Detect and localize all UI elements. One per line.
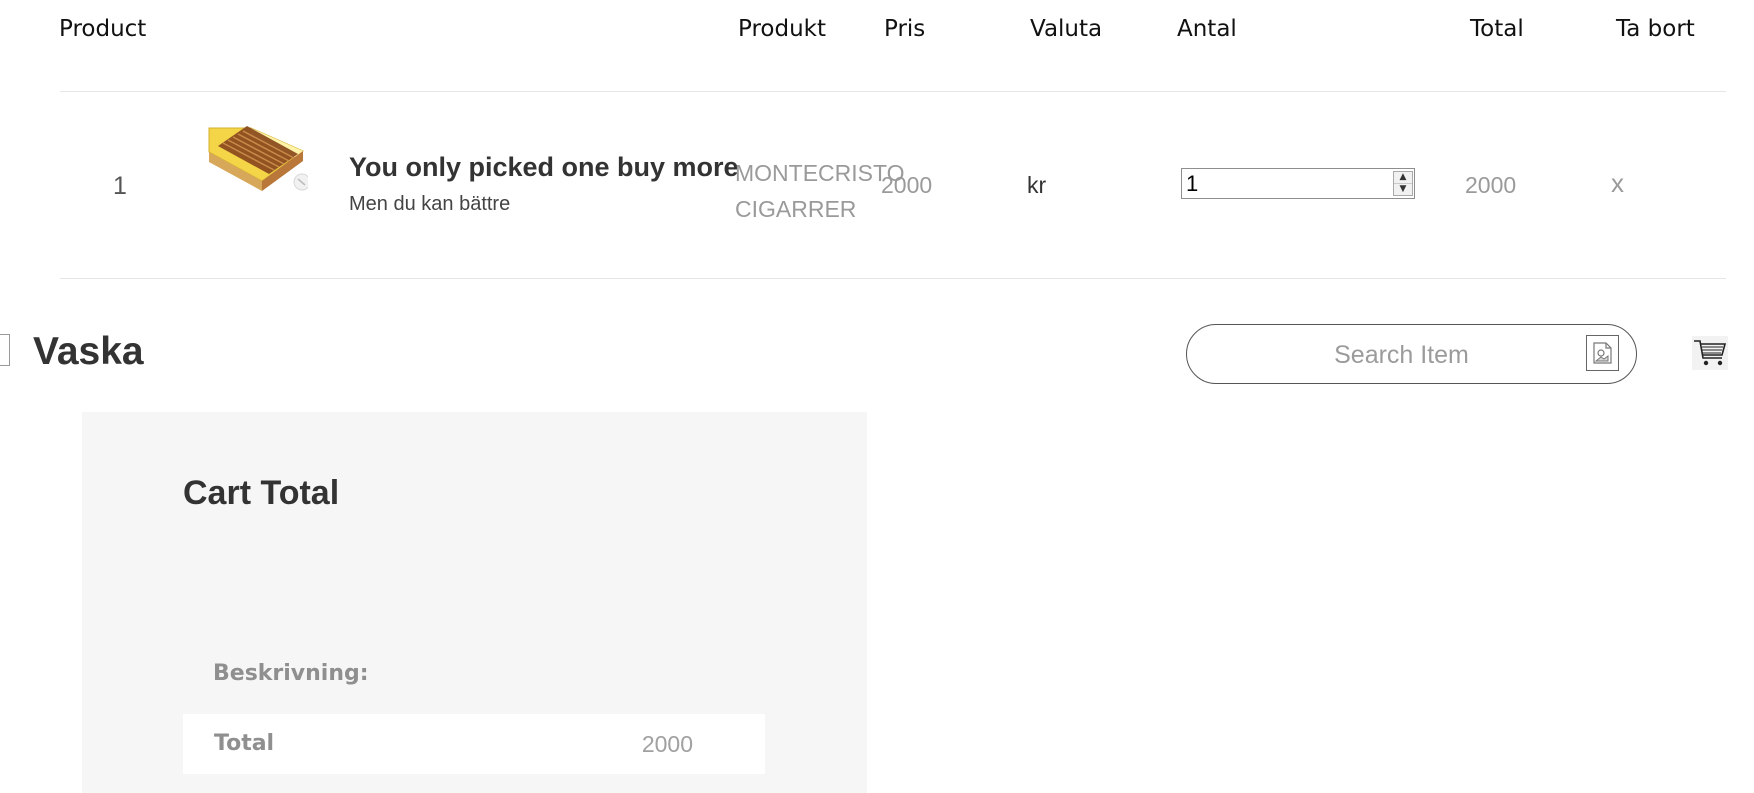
remove-item-button[interactable]: x	[1611, 168, 1624, 199]
row-produkt: MONTECRISTO CIGARRER	[735, 155, 905, 227]
header-valuta: Valuta	[1030, 16, 1103, 42]
cart-total-row: Total 2000	[183, 714, 765, 774]
row-produkt-line-2: CIGARRER	[735, 196, 857, 222]
row-produkt-line-1: MONTECRISTO	[735, 160, 905, 186]
header-product: Product	[59, 16, 147, 42]
row-index: 1	[113, 172, 127, 200]
page-title: Vaska	[33, 330, 144, 373]
description-label: Beskrivning:	[213, 661, 369, 686]
cart-total-value: 2000	[641, 731, 693, 757]
row-valuta: kr	[1027, 172, 1047, 198]
cart-total-title: Cart Total	[183, 474, 340, 512]
image-search-icon	[1593, 342, 1612, 364]
cart-table: Product Produkt Pris Valuta Antal Total …	[0, 0, 1754, 290]
header-pris: Pris	[884, 16, 926, 42]
row-total: 2000	[1465, 172, 1517, 198]
header-divider	[60, 91, 1726, 92]
stepper-down-icon[interactable]: ▼	[1394, 183, 1412, 195]
menu-toggle-icon[interactable]	[0, 334, 10, 366]
row-title: You only picked one buy more	[349, 152, 739, 182]
header-produkt: Produkt	[738, 16, 827, 42]
cart-total-panel: Cart Total Beskrivning: Total 2000	[82, 412, 867, 793]
search-button[interactable]	[1586, 335, 1619, 371]
search-box	[1186, 324, 1637, 384]
search-input[interactable]	[1217, 338, 1586, 372]
stepper-up-icon[interactable]: ▲	[1394, 172, 1412, 183]
row-pris: 2000	[881, 172, 933, 198]
quantity-stepper[interactable]: ▲ ▼	[1393, 171, 1413, 196]
header-total: Total	[1470, 16, 1524, 42]
row-subtitle: Men du kan bättre	[349, 193, 511, 215]
header-antal: Antal	[1177, 16, 1237, 42]
cart-total-label: Total	[214, 731, 275, 756]
quantity-input[interactable]	[1181, 168, 1415, 199]
header-ta-bort: Ta bort	[1616, 16, 1695, 42]
shopping-cart-icon[interactable]	[1692, 336, 1728, 370]
row-divider	[60, 278, 1726, 279]
product-image	[208, 126, 308, 191]
